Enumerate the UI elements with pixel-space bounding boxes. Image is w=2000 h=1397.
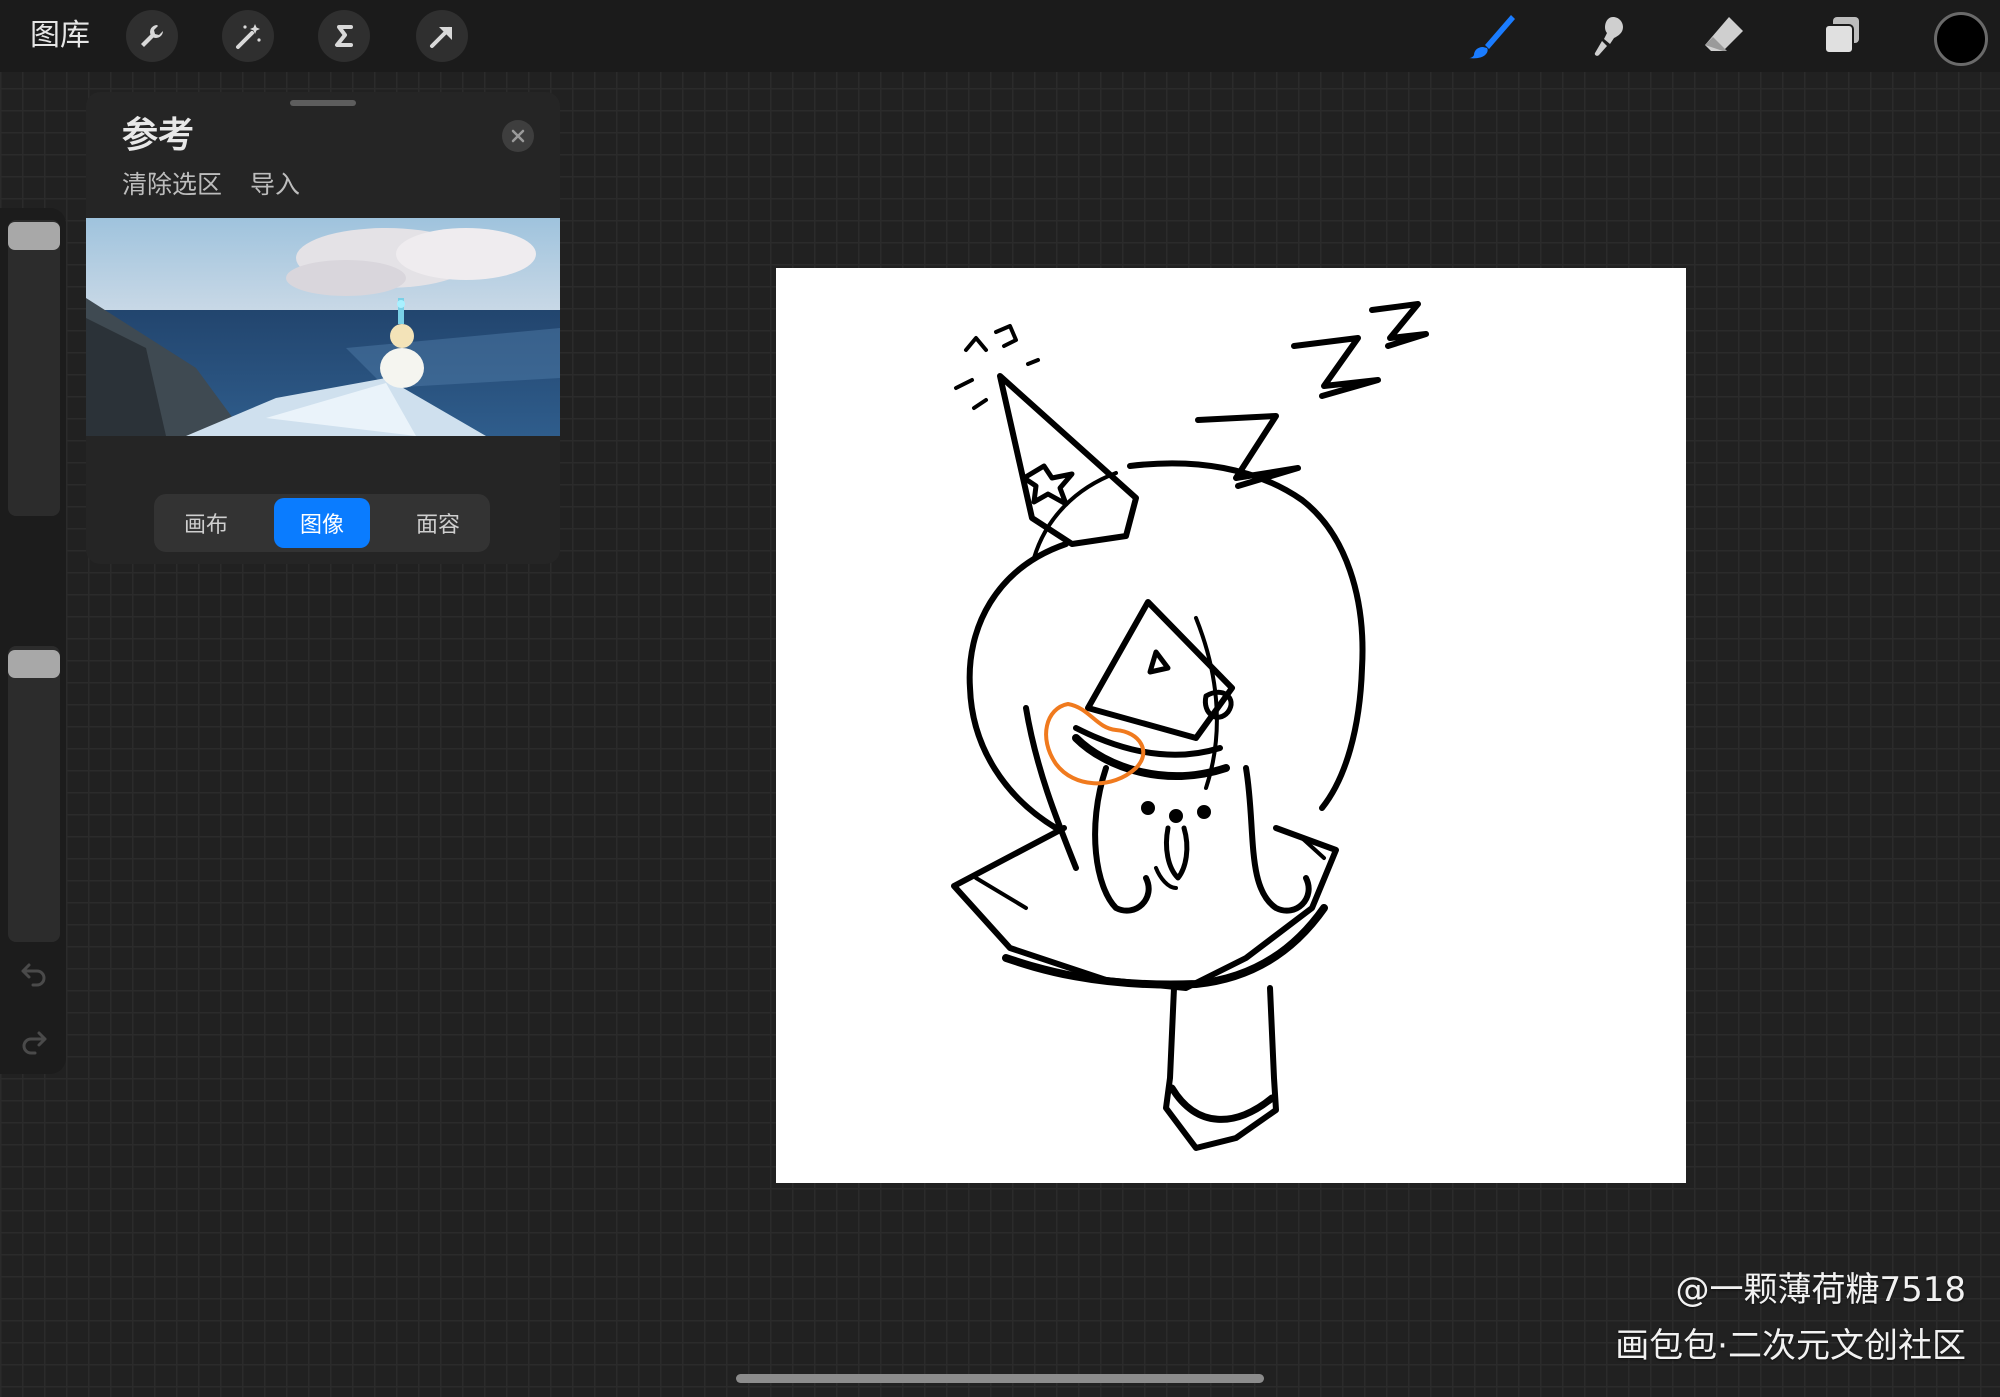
transform-arrow-icon[interactable] (416, 10, 468, 62)
brush-size-thumb[interactable] (8, 222, 60, 250)
panel-title: 参考 (122, 115, 195, 156)
selection-icon[interactable] (318, 10, 370, 62)
color-picker-button[interactable] (1934, 12, 1988, 66)
gallery-button[interactable]: 图库 (30, 18, 90, 54)
opacity-slider[interactable] (8, 646, 60, 942)
wrench-icon[interactable] (126, 10, 178, 62)
reference-image (86, 218, 560, 436)
left-sidebar (0, 208, 66, 1074)
brush-size-slider[interactable] (8, 220, 60, 516)
opacity-thumb[interactable] (8, 650, 60, 678)
tab-image[interactable]: 图像 (274, 498, 370, 548)
brush-icon[interactable] (1464, 8, 1520, 64)
reference-mode-segmented-control: 画布 图像 面容 (154, 494, 490, 552)
undo-icon[interactable] (18, 956, 50, 988)
panel-actions: 清除选区 导入 (122, 170, 300, 200)
clear-selection-button[interactable]: 清除选区 (122, 170, 222, 200)
tab-face[interactable]: 面容 (390, 498, 486, 548)
eraser-icon[interactable] (1696, 8, 1752, 64)
top-toolbar: 图库 (0, 0, 2000, 72)
drawing-canvas[interactable] (776, 268, 1686, 1183)
watermark-user: @一颗薄荷糖7518 (1675, 1270, 1966, 1310)
reference-panel: 参考 清除选区 导入 画布 图像 面容 (86, 92, 560, 564)
orange-blush-stroke (1044, 701, 1146, 786)
tab-canvas[interactable]: 画布 (158, 498, 254, 548)
magic-wand-icon[interactable] (222, 10, 274, 62)
close-icon[interactable] (502, 120, 534, 152)
sketch-drawing (951, 301, 1429, 1151)
home-indicator[interactable] (736, 1374, 1264, 1383)
panel-drag-handle[interactable] (290, 100, 356, 106)
layers-icon[interactable] (1814, 8, 1870, 64)
redo-icon[interactable] (18, 1024, 50, 1056)
watermark-site: 画包包·二次元文创社区 (1615, 1326, 1966, 1366)
import-button[interactable]: 导入 (250, 170, 300, 200)
smudge-icon[interactable] (1580, 8, 1636, 64)
